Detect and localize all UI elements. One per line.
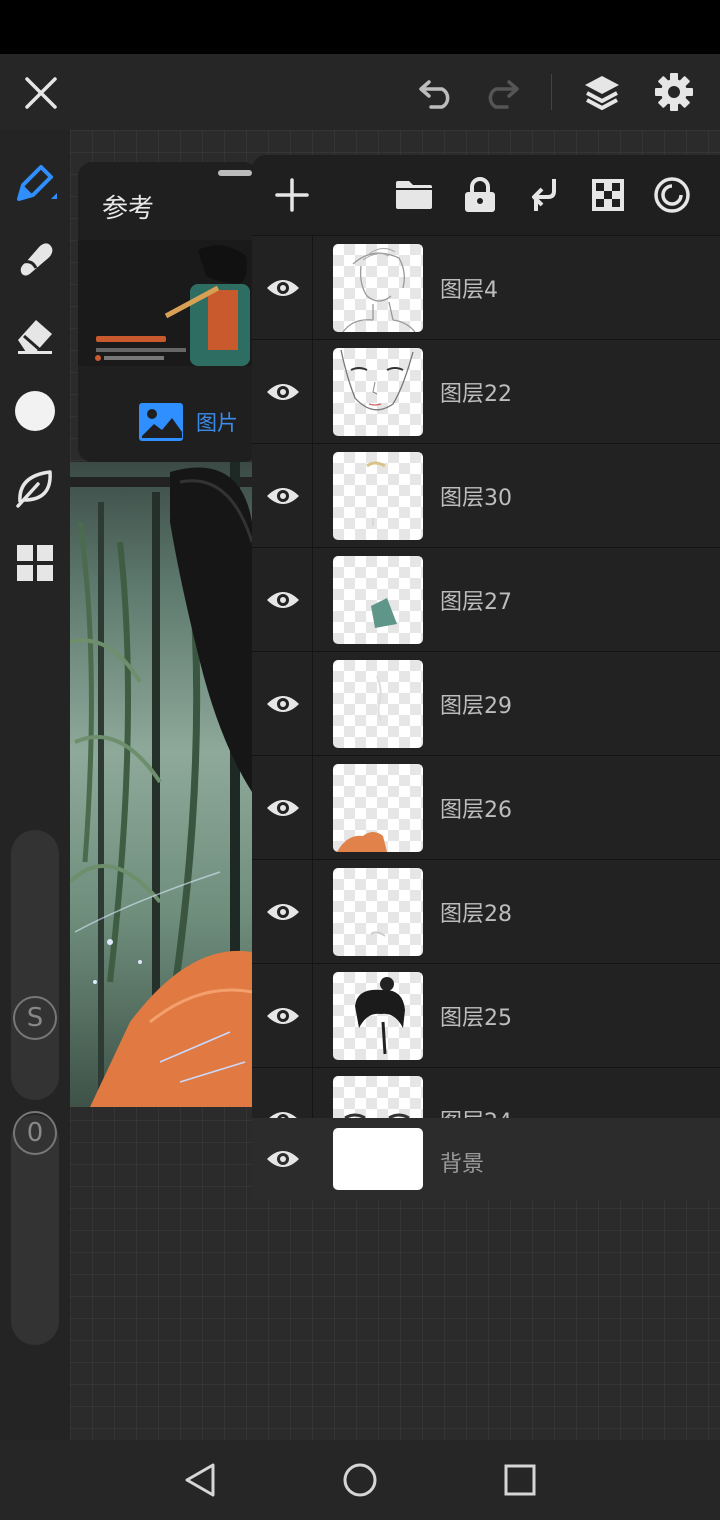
pen-icon[interactable]: [10, 158, 60, 208]
visibility-eye-icon[interactable]: [266, 794, 300, 822]
reference-image[interactable]: [78, 240, 258, 366]
artwork-preview: [70, 462, 252, 1107]
image-icon: [139, 403, 183, 441]
layer-row[interactable]: 图层4: [252, 235, 720, 340]
layer-name: 图层24: [440, 1104, 512, 1118]
layer-name: 图层4: [440, 278, 498, 303]
background-layer-row[interactable]: 背景: [252, 1118, 720, 1200]
opacity-badge: 0: [13, 1111, 57, 1155]
layer-row[interactable]: 图层26: [252, 755, 720, 860]
row-divider: [312, 1068, 313, 1118]
row-divider: [312, 236, 313, 340]
layer-row[interactable]: 图层28: [252, 859, 720, 964]
home-icon[interactable]: [336, 1456, 384, 1504]
layer-row[interactable]: 图层22: [252, 339, 720, 444]
layer-thumbnail: [333, 244, 423, 332]
layers-icon[interactable]: [578, 68, 626, 116]
layer-thumbnail: [333, 972, 423, 1060]
layer-row[interactable]: 图层30: [252, 443, 720, 548]
back-icon[interactable]: [176, 1456, 224, 1504]
panel-drag-handle[interactable]: [218, 170, 252, 176]
layer-thumbnail: [333, 868, 423, 956]
reference-image-label: 图片: [196, 411, 238, 435]
reference-panel: 参考 图片: [78, 162, 258, 462]
layers-panel: 图层4 图层22 图层30 图层27 图层29 图层26 图层28 图层25 背…: [252, 155, 720, 1200]
close-icon[interactable]: [18, 70, 64, 116]
visibility-eye-icon[interactable]: [266, 1145, 300, 1173]
leaf-icon[interactable]: [10, 462, 60, 512]
row-divider: [312, 652, 313, 756]
size-slider[interactable]: [11, 830, 59, 1100]
layer-row[interactable]: 图层27: [252, 547, 720, 652]
visibility-eye-icon[interactable]: [266, 586, 300, 614]
background-layer-thumbnail: [333, 1128, 423, 1190]
top-bar: [0, 54, 720, 130]
clipping-icon[interactable]: [650, 173, 694, 217]
app-window: S 0 参考 图片 图层4 图层22 图层30 图层27 图层29 图层26 图…: [0, 0, 720, 1520]
smudge-icon[interactable]: [10, 234, 60, 284]
layer-name: 图层29: [440, 694, 512, 719]
color-icon[interactable]: [10, 386, 60, 436]
checker-icon[interactable]: [586, 173, 630, 217]
recents-icon[interactable]: [496, 1456, 544, 1504]
grid-icon[interactable]: [10, 538, 60, 588]
layer-thumbnail: [333, 348, 423, 436]
visibility-eye-icon[interactable]: [266, 690, 300, 718]
folder-icon[interactable]: [392, 173, 436, 217]
visibility-eye-icon[interactable]: [266, 1002, 300, 1030]
layer-name: 图层22: [440, 382, 512, 407]
visibility-eye-icon[interactable]: [266, 274, 300, 302]
row-divider: [312, 964, 313, 1068]
toolbar-divider: [551, 74, 552, 110]
layer-thumbnail: [333, 1076, 423, 1118]
add-icon[interactable]: [270, 173, 314, 217]
layer-name: 图层28: [440, 902, 512, 927]
redo-icon[interactable]: [476, 70, 526, 116]
layer-thumbnail: [333, 764, 423, 852]
visibility-eye-icon[interactable]: [266, 378, 300, 406]
row-divider: [312, 756, 313, 860]
layer-thumbnail: [333, 660, 423, 748]
row-divider: [312, 548, 313, 652]
left-toolbar: S 0: [0, 130, 70, 1440]
layer-row[interactable]: 图层29: [252, 651, 720, 756]
gear-icon[interactable]: [650, 68, 698, 116]
visibility-eye-icon[interactable]: [266, 482, 300, 510]
layer-name: 图层27: [440, 590, 512, 615]
row-divider: [312, 444, 313, 548]
size-badge: S: [13, 996, 57, 1040]
eraser-icon[interactable]: [10, 310, 60, 360]
layer-row[interactable]: 图层24: [252, 1067, 720, 1118]
layers-toolbar: [252, 155, 720, 235]
visibility-eye-icon[interactable]: [266, 1106, 300, 1118]
layer-name: 图层25: [440, 1006, 512, 1031]
system-nav-bar: [0, 1440, 720, 1520]
layer-thumbnail: [333, 556, 423, 644]
row-divider: [312, 860, 313, 964]
layer-name: 图层26: [440, 798, 512, 823]
undo-icon[interactable]: [412, 70, 462, 116]
layer-row[interactable]: 图层25: [252, 963, 720, 1068]
reference-image-button[interactable]: 图片: [138, 402, 238, 442]
layer-thumbnail: [333, 452, 423, 540]
status-bar: [0, 0, 720, 54]
visibility-eye-icon[interactable]: [266, 898, 300, 926]
layer-list: 图层4 图层22 图层30 图层27 图层29 图层26 图层28 图层25: [252, 235, 720, 1118]
row-divider: [312, 340, 313, 444]
lock-icon[interactable]: [458, 173, 502, 217]
reference-panel-title: 参考: [102, 194, 155, 224]
layer-name: 图层30: [440, 486, 512, 511]
merge-down-icon[interactable]: [522, 173, 566, 217]
background-layer-name: 背景: [440, 1152, 485, 1177]
